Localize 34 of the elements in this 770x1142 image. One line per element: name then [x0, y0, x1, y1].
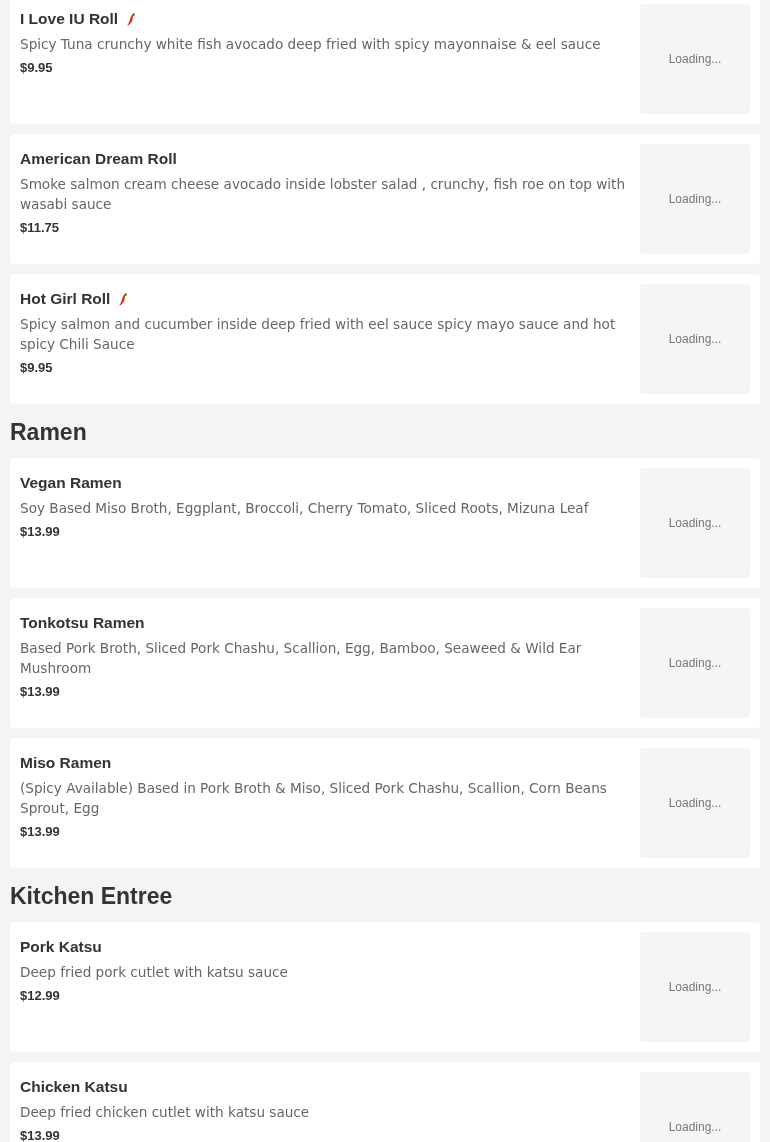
loading-text: Loading... — [668, 655, 722, 672]
dish-price: $13.99 — [20, 1127, 61, 1142]
dish-description: Smoke salmon cream cheese avocado inside lobster salad , crunchy, fish roe on top with wasabi sauce — [20, 175, 627, 214]
dish-name: Hot Girl Roll — [20, 289, 111, 309]
dish-name: Tonkotsu Ramen — [20, 613, 145, 633]
dish-name: I Love IU Roll — [20, 9, 119, 29]
dish-name: Chicken Katsu — [20, 1077, 128, 1097]
dish-price: $13.99 — [20, 683, 61, 701]
section-heading: Kitchen Entree — [10, 882, 174, 910]
section-heading: Ramen — [10, 418, 88, 446]
loading-text: Loading... — [668, 979, 722, 996]
loading-text: Loading... — [668, 331, 722, 348]
dish-price: $9.95 — [20, 59, 54, 77]
dish-price: $13.99 — [20, 823, 61, 841]
dish-name: Vegan Ramen — [20, 473, 122, 493]
loading-text: Loading... — [668, 51, 722, 68]
loading-text: Loading... — [668, 1119, 722, 1136]
loading-text: Loading... — [668, 515, 722, 532]
loading-text: Loading... — [668, 795, 722, 812]
dish-price: $9.95 — [20, 359, 54, 377]
dish-price: $13.99 — [20, 523, 61, 541]
dish-name: Miso Ramen — [20, 753, 112, 773]
dish-description: Soy Based Miso Broth, Eggplant, Broccoli, Cherry Tomato, Sliced Roots, Mizuna Leaf — [20, 499, 590, 518]
dish-description: Spicy salmon and cucumber inside deep fried with eel sauce spicy mayo sauce and hot spicy Chili Sauce — [20, 315, 617, 354]
dish-price: $12.99 — [20, 987, 61, 1005]
dish-description: Deep fried pork cutlet with katsu sauce — [20, 963, 289, 982]
dish-description: (Spicy Available) Based in Pork Broth & Miso, Sliced Pork Chashu, Scallion, Corn Beans Sprout, Egg — [20, 779, 608, 818]
loading-text: Loading... — [668, 191, 722, 208]
dish-name: American Dream Roll — [20, 149, 177, 169]
dish-description: Spicy Tuna crunchy white fish avocado deep fried with spicy mayonnaise & eel sauce — [20, 35, 602, 54]
dish-price: $11.75 — [20, 219, 61, 237]
dish-name: Pork Katsu — [20, 937, 102, 957]
dish-description: Deep fried chicken cutlet with katsu sauce — [20, 1103, 311, 1122]
dish-description: Based Pork Broth, Sliced Pork Chashu, Scallion, Egg, Bamboo, Seaweed & Wild Ear Mushroom — [20, 639, 583, 678]
